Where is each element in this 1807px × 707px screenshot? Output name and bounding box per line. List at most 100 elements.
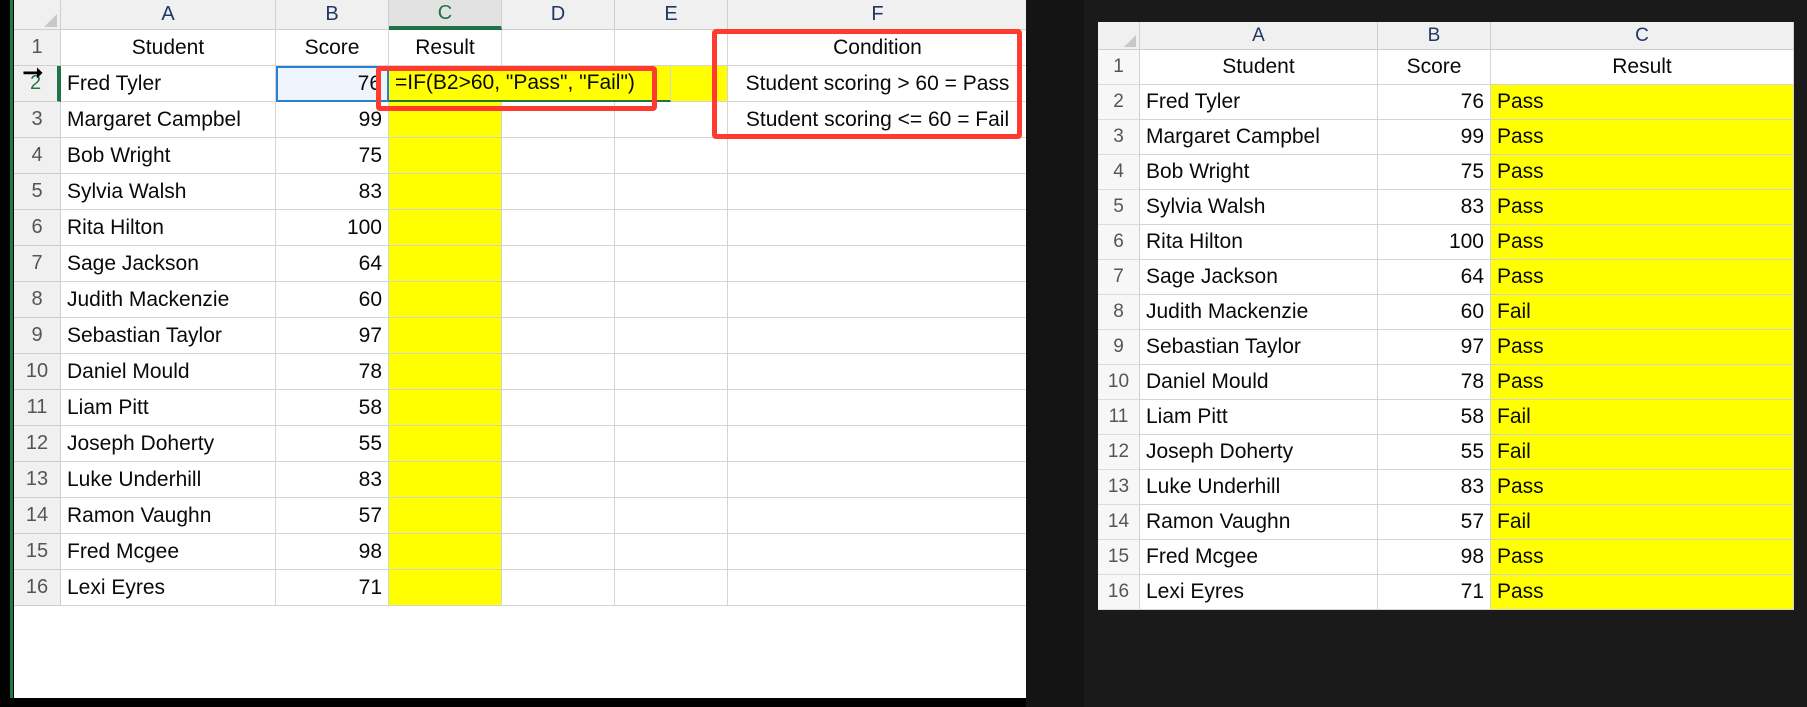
cell-d4[interactable] bbox=[502, 138, 615, 174]
cell-b3-score[interactable]: 99 bbox=[276, 102, 389, 138]
cell-c13-result[interactable] bbox=[389, 462, 502, 498]
cell-d15[interactable] bbox=[502, 534, 615, 570]
cell-a8-student[interactable]: Judith Mackenzie bbox=[61, 282, 276, 318]
column-header-a[interactable]: A bbox=[61, 0, 276, 30]
right-cell-a5-student[interactable]: Sylvia Walsh bbox=[1140, 190, 1378, 225]
cell-b6-score[interactable]: 100 bbox=[276, 210, 389, 246]
cell-c2-formula-editor[interactable]: =IF(B2>60, "Pass", "Fail") bbox=[389, 66, 671, 102]
right-cell-b8-score[interactable]: 60 bbox=[1378, 295, 1491, 330]
right-cell-b10-score[interactable]: 78 bbox=[1378, 365, 1491, 400]
cell-c10-result[interactable] bbox=[389, 354, 502, 390]
cell-e6[interactable] bbox=[615, 210, 728, 246]
right-cell-c13-result[interactable]: Pass bbox=[1491, 470, 1794, 505]
cell-d10[interactable] bbox=[502, 354, 615, 390]
cell-f9[interactable] bbox=[728, 318, 1026, 354]
cell-f12[interactable] bbox=[728, 426, 1026, 462]
right-cell-b16-score[interactable]: 71 bbox=[1378, 575, 1491, 610]
right-cell-c8-result[interactable]: Fail bbox=[1491, 295, 1794, 330]
cell-f11[interactable] bbox=[728, 390, 1026, 426]
row-header-13[interactable]: 13 bbox=[14, 462, 61, 498]
cell-e7[interactable] bbox=[615, 246, 728, 282]
cell-d5[interactable] bbox=[502, 174, 615, 210]
right-cell-a4-student[interactable]: Bob Wright bbox=[1140, 155, 1378, 190]
right-cell-a3-student[interactable]: Margaret Campbel bbox=[1140, 120, 1378, 155]
right-cell-c4-result[interactable]: Pass bbox=[1491, 155, 1794, 190]
column-header-b[interactable]: B bbox=[276, 0, 389, 30]
row-header-16[interactable]: 16 bbox=[14, 570, 61, 606]
cell-a10-student[interactable]: Daniel Mould bbox=[61, 354, 276, 390]
cell-a12-student[interactable]: Joseph Doherty bbox=[61, 426, 276, 462]
cell-f7[interactable] bbox=[728, 246, 1026, 282]
cell-e11[interactable] bbox=[615, 390, 728, 426]
column-header-e[interactable]: E bbox=[615, 0, 728, 30]
cell-f4[interactable] bbox=[728, 138, 1026, 174]
right-cell-a13-student[interactable]: Luke Underhill bbox=[1140, 470, 1378, 505]
cell-b5-score[interactable]: 83 bbox=[276, 174, 389, 210]
right-row-header-3[interactable]: 3 bbox=[1098, 120, 1140, 155]
right-cell-b9-score[interactable]: 97 bbox=[1378, 330, 1491, 365]
cell-c14-result[interactable] bbox=[389, 498, 502, 534]
cell-a9-student[interactable]: Sebastian Taylor bbox=[61, 318, 276, 354]
right-cell-b6-score[interactable]: 100 bbox=[1378, 225, 1491, 260]
right-row-header-4[interactable]: 4 bbox=[1098, 155, 1140, 190]
cell-e9[interactable] bbox=[615, 318, 728, 354]
cell-c12-result[interactable] bbox=[389, 426, 502, 462]
cell-d11[interactable] bbox=[502, 390, 615, 426]
cell-f15[interactable] bbox=[728, 534, 1026, 570]
row-header-4[interactable]: 4 bbox=[14, 138, 61, 174]
cell-a7-student[interactable]: Sage Jackson bbox=[61, 246, 276, 282]
cell-e15[interactable] bbox=[615, 534, 728, 570]
right-row-header-14[interactable]: 14 bbox=[1098, 505, 1140, 540]
row-header-10[interactable]: 10 bbox=[14, 354, 61, 390]
cell-b11-score[interactable]: 58 bbox=[276, 390, 389, 426]
right-cell-b15-score[interactable]: 98 bbox=[1378, 540, 1491, 575]
cell-b13-score[interactable]: 83 bbox=[276, 462, 389, 498]
right-cell-c12-result[interactable]: Fail bbox=[1491, 435, 1794, 470]
cell-a15-student[interactable]: Fred Mcgee bbox=[61, 534, 276, 570]
cell-a13-student[interactable]: Luke Underhill bbox=[61, 462, 276, 498]
cell-b14-score[interactable]: 57 bbox=[276, 498, 389, 534]
row-header-12[interactable]: 12 bbox=[14, 426, 61, 462]
cell-c6-result[interactable] bbox=[389, 210, 502, 246]
right-row-header-9[interactable]: 9 bbox=[1098, 330, 1140, 365]
right-row-header-13[interactable]: 13 bbox=[1098, 470, 1140, 505]
column-header-c[interactable]: C bbox=[389, 0, 502, 30]
right-cell-b1-score-header[interactable]: Score bbox=[1378, 50, 1491, 85]
right-cell-a2-student[interactable]: Fred Tyler bbox=[1140, 85, 1378, 120]
cell-c16-result[interactable] bbox=[389, 570, 502, 606]
cell-b7-score[interactable]: 64 bbox=[276, 246, 389, 282]
right-cell-a10-student[interactable]: Daniel Mould bbox=[1140, 365, 1378, 400]
cell-c1-result-header[interactable]: Result bbox=[389, 30, 502, 66]
right-row-header-5[interactable]: 5 bbox=[1098, 190, 1140, 225]
right-row-header-2[interactable]: 2 bbox=[1098, 85, 1140, 120]
right-cell-b4-score[interactable]: 75 bbox=[1378, 155, 1491, 190]
cell-d3[interactable] bbox=[502, 102, 615, 138]
row-header-9[interactable]: 9 bbox=[14, 318, 61, 354]
cell-d9[interactable] bbox=[502, 318, 615, 354]
right-row-header-7[interactable]: 7 bbox=[1098, 260, 1140, 295]
right-cell-b12-score[interactable]: 55 bbox=[1378, 435, 1491, 470]
right-cell-c15-result[interactable]: Pass bbox=[1491, 540, 1794, 575]
right-row-header-8[interactable]: 8 bbox=[1098, 295, 1140, 330]
cell-a1-student-header[interactable]: Student bbox=[61, 30, 276, 66]
right-cell-b2-score[interactable]: 76 bbox=[1378, 85, 1491, 120]
right-cell-a6-student[interactable]: Rita Hilton bbox=[1140, 225, 1378, 260]
cell-c9-result[interactable] bbox=[389, 318, 502, 354]
cell-b15-score[interactable]: 98 bbox=[276, 534, 389, 570]
right-cell-b14-score[interactable]: 57 bbox=[1378, 505, 1491, 540]
cell-f5[interactable] bbox=[728, 174, 1026, 210]
right-row-header-6[interactable]: 6 bbox=[1098, 225, 1140, 260]
cell-e16[interactable] bbox=[615, 570, 728, 606]
right-row-header-10[interactable]: 10 bbox=[1098, 365, 1140, 400]
right-cell-a12-student[interactable]: Joseph Doherty bbox=[1140, 435, 1378, 470]
cell-b1-score-header[interactable]: Score bbox=[276, 30, 389, 66]
right-cell-c10-result[interactable]: Pass bbox=[1491, 365, 1794, 400]
right-cell-b5-score[interactable]: 83 bbox=[1378, 190, 1491, 225]
cell-b2-score-referenced[interactable]: 76 bbox=[276, 66, 389, 102]
right-cell-b13-score[interactable]: 83 bbox=[1378, 470, 1491, 505]
right-cell-c11-result[interactable]: Fail bbox=[1491, 400, 1794, 435]
right-row-header-11[interactable]: 11 bbox=[1098, 400, 1140, 435]
cell-f3-condition-line2[interactable]: Student scoring <= 60 = Fail bbox=[728, 102, 1026, 138]
cell-c3-result[interactable] bbox=[389, 102, 502, 138]
cell-a6-student[interactable]: Rita Hilton bbox=[61, 210, 276, 246]
